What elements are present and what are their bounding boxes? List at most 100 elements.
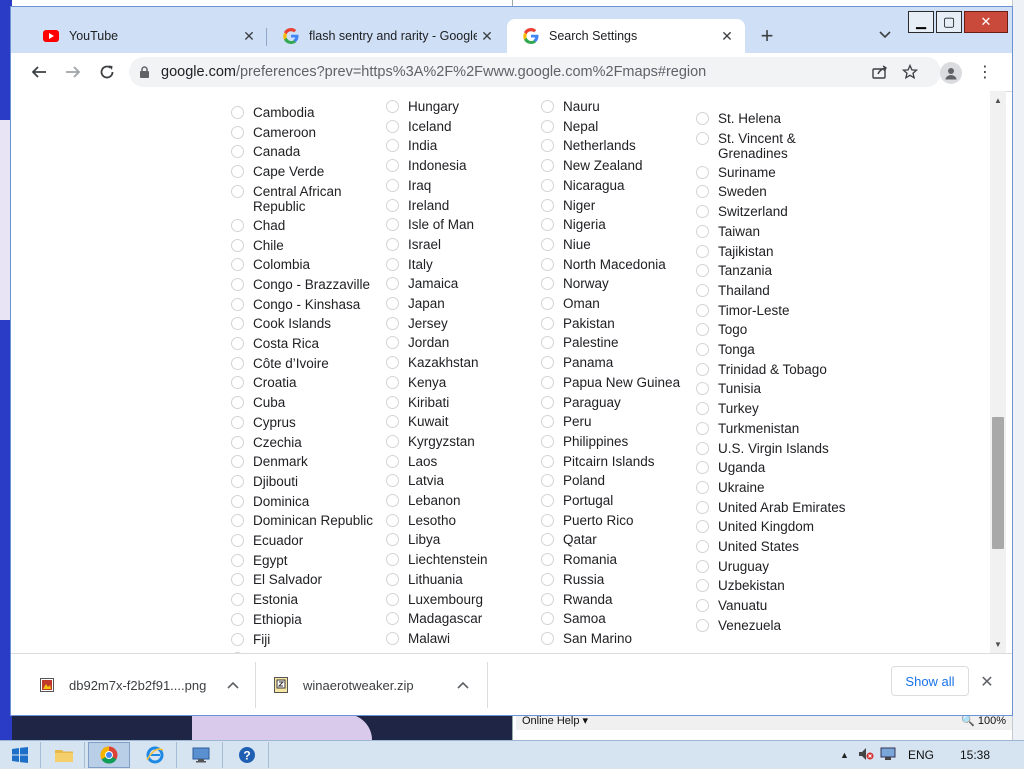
start-button[interactable] [0,742,41,768]
region-option-united-kingdom[interactable]: United Kingdom [696,519,848,534]
radio-button[interactable] [231,612,244,626]
radio-button[interactable] [231,474,244,488]
radio-button[interactable] [231,455,244,469]
radio-button[interactable] [541,218,554,232]
region-option-new-zealand[interactable]: New Zealand [541,158,693,173]
radio-button[interactable] [386,612,399,626]
back-button[interactable] [25,58,53,86]
radio-button[interactable] [541,631,554,645]
radio-button[interactable] [696,323,709,337]
show-all-downloads-button[interactable]: Show all [891,666,969,696]
region-option-papua-new-guinea[interactable]: Papua New Guinea [541,375,693,390]
region-option-portugal[interactable]: Portugal [541,493,693,508]
radio-button[interactable] [696,421,709,435]
region-option-dominican-republic[interactable]: Dominican Republic [231,513,383,528]
radio-button[interactable] [231,415,244,429]
file-explorer-button[interactable] [44,742,85,768]
radio-button[interactable] [386,237,399,251]
radio-button[interactable] [541,159,554,173]
region-option-tajikistan[interactable]: Tajikistan [696,244,848,259]
region-option-kenya[interactable]: Kenya [386,375,538,390]
region-option-jersey[interactable]: Jersey [386,316,538,331]
radio-button[interactable] [231,258,244,272]
radio-button[interactable] [696,165,709,179]
region-option-st-helena[interactable]: St. Helena [696,111,848,126]
region-option-luxembourg[interactable]: Luxembourg [386,592,538,607]
radio-button[interactable] [231,356,244,370]
radio-button[interactable] [386,178,399,192]
maximize-button[interactable]: ▢ [936,11,962,33]
region-option-denmark[interactable]: Denmark [231,454,383,469]
radio-button[interactable] [696,618,709,632]
region-option-turkmenistan[interactable]: Turkmenistan [696,421,848,436]
region-option-czechia[interactable]: Czechia [231,435,383,450]
radio-button[interactable] [231,145,244,159]
region-option-cuba[interactable]: Cuba [231,395,383,410]
close-icon[interactable]: ✕ [717,26,737,46]
chrome-taskbar-button[interactable] [88,742,130,768]
region-option-san-marino[interactable]: San Marino [541,631,693,646]
region-option-uruguay[interactable]: Uruguay [696,559,848,574]
close-window-button[interactable]: ✕ [964,11,1008,33]
radio-button[interactable] [541,257,554,271]
radio-button[interactable] [231,534,244,547]
radio-button[interactable] [541,415,554,429]
region-option-chile[interactable]: Chile [231,238,383,253]
radio-button[interactable] [386,375,399,389]
radio-button[interactable] [696,244,709,258]
radio-button[interactable] [386,474,399,488]
radio-button[interactable] [386,218,399,232]
region-option-nepal[interactable]: Nepal [541,119,693,134]
radio-button[interactable] [696,441,709,455]
radio-button[interactable] [231,317,244,331]
radio-button[interactable] [386,159,399,173]
radio-button[interactable] [541,612,554,626]
region-option-canada[interactable]: Canada [231,144,383,159]
reload-button[interactable] [93,58,121,86]
share-icon[interactable] [871,63,889,81]
region-option-isle-of-man[interactable]: Isle of Man [386,217,538,232]
radio-button[interactable] [696,520,709,534]
radio-button[interactable] [696,185,709,199]
tab-search-settings[interactable]: Search Settings ✕ [507,19,745,53]
radio-button[interactable] [696,224,709,238]
download-item[interactable]: winaerotweaker.zip [273,654,483,715]
radio-button[interactable] [696,303,709,317]
region-option-iceland[interactable]: Iceland [386,119,538,134]
tab-youtube[interactable]: YouTube ✕ [27,19,267,53]
radio-button[interactable] [696,205,709,219]
radio-button[interactable] [696,382,709,396]
page-scrollbar[interactable]: ▲ ▼ [990,91,1006,653]
address-bar[interactable]: google.com/preferences?prev=https%3A%2F%… [129,57,941,87]
region-option-turkey[interactable]: Turkey [696,401,848,416]
region-option-israel[interactable]: Israel [386,237,538,252]
radio-button[interactable] [231,435,244,449]
radio-button[interactable] [696,264,709,278]
radio-button[interactable] [541,474,554,488]
radio-button[interactable] [231,184,244,198]
radio-button[interactable] [231,514,244,528]
region-option-rwanda[interactable]: Rwanda [541,592,693,607]
region-option-thailand[interactable]: Thailand [696,283,848,298]
region-option-croatia[interactable]: Croatia [231,375,383,390]
radio-button[interactable] [541,513,554,527]
radio-button[interactable] [231,573,244,587]
region-option-lithuania[interactable]: Lithuania [386,572,538,587]
new-tab-button[interactable]: + [755,23,779,48]
lock-icon[interactable] [139,65,153,79]
radio-button[interactable] [541,100,554,113]
region-option-el-salvador[interactable]: El Salvador [231,572,383,587]
radio-button[interactable] [541,356,554,370]
region-option-djibouti[interactable]: Djibouti [231,474,383,489]
region-option-trinidad-tobago[interactable]: Trinidad & Tobago [696,362,848,377]
radio-button[interactable] [386,297,399,310]
region-option-kiribati[interactable]: Kiribati [386,395,538,410]
region-option-costa-rica[interactable]: Costa Rica [231,336,383,351]
bookmark-star-icon[interactable] [901,63,919,81]
radio-button[interactable] [231,494,244,508]
region-option-madagascar[interactable]: Madagascar [386,611,538,626]
chevron-up-icon[interactable] [455,677,471,693]
region-option-st-vincent-grenadines[interactable]: St. Vincent & Grenadines [696,131,848,161]
region-option-lebanon[interactable]: Lebanon [386,493,538,508]
region-option-cape-verde[interactable]: Cape Verde [231,164,383,179]
